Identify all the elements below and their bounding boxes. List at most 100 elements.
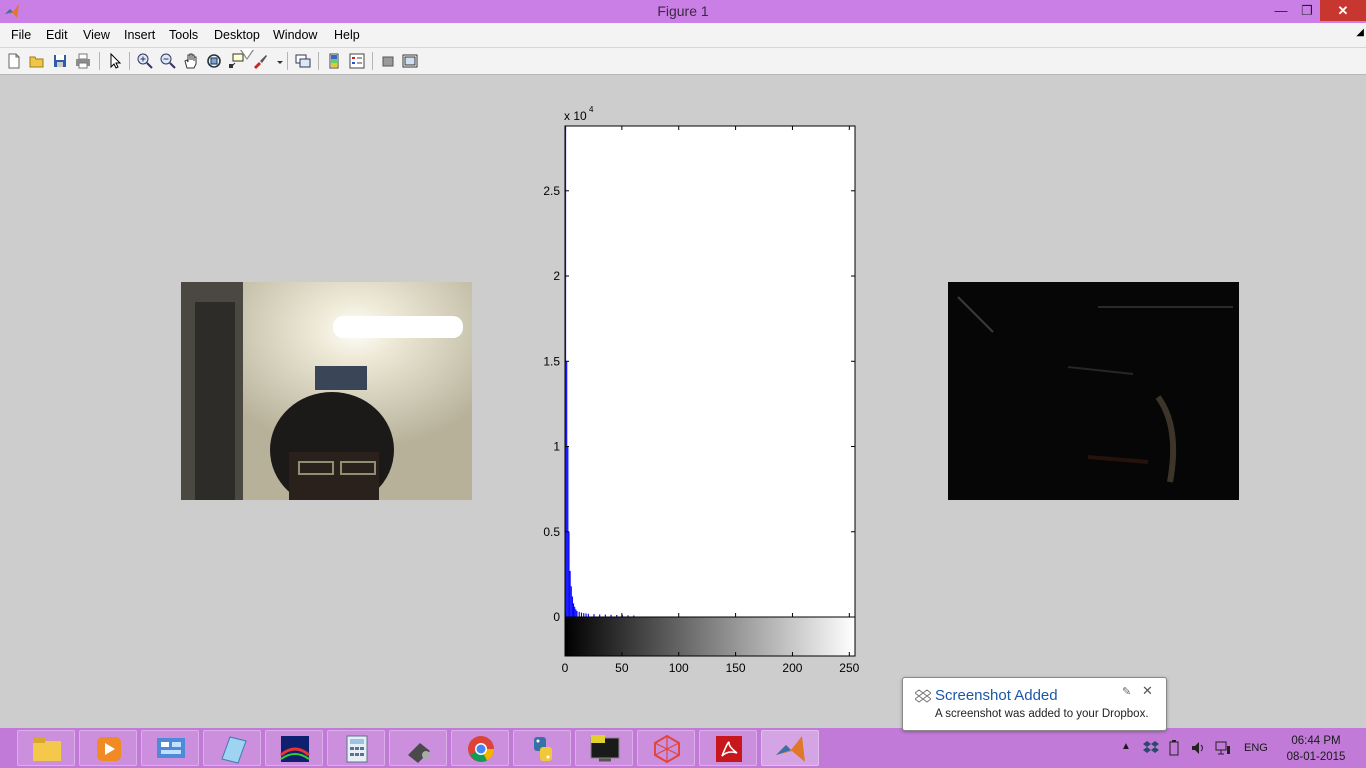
print-icon[interactable] bbox=[74, 52, 92, 70]
figure-toolbar bbox=[0, 48, 1366, 75]
taskbar-notepad[interactable] bbox=[203, 730, 261, 766]
y-multiplier-exponent: 4 bbox=[589, 105, 594, 114]
menu-expand-icon[interactable]: ◢ bbox=[1356, 27, 1364, 38]
taskbar-acrobat[interactable] bbox=[699, 730, 757, 766]
histogram-bar bbox=[570, 586, 572, 617]
notification-body: A screenshot was added to your Dropbox. bbox=[935, 708, 1149, 720]
clock-time: 06:44 PM bbox=[1291, 735, 1341, 747]
taskbar-control-panel[interactable] bbox=[141, 730, 199, 766]
taskbar-media-player[interactable] bbox=[79, 730, 137, 766]
histogram-bar bbox=[576, 611, 578, 617]
histogram-bar bbox=[572, 603, 575, 617]
network-app-icon bbox=[654, 734, 680, 764]
menu-help[interactable]: Help bbox=[334, 28, 360, 42]
taskbar-terminal[interactable] bbox=[575, 730, 633, 766]
dropbox-icon bbox=[914, 688, 932, 704]
x-tick-label: 50 bbox=[615, 661, 629, 675]
media-player-icon bbox=[97, 737, 121, 761]
taskbar-calculator[interactable] bbox=[327, 730, 385, 766]
histogram-plot[interactable]: 0 0.5 1 1.5 2 2.5 x 10 4 0 50 100 150 200 250 bbox=[530, 100, 870, 680]
taskbar-python[interactable] bbox=[513, 730, 571, 766]
dropbox-notification[interactable]: Screenshot Added A screenshot was added … bbox=[902, 677, 1167, 731]
y-tick-label: 1.5 bbox=[543, 354, 560, 368]
show-hidden-icons-icon[interactable]: ▲ bbox=[1121, 741, 1131, 752]
volume-icon[interactable] bbox=[1191, 740, 1205, 756]
histogram-bar bbox=[574, 606, 576, 617]
zoom-out-icon[interactable] bbox=[159, 52, 177, 70]
taskbar-chrome[interactable] bbox=[451, 730, 509, 766]
dropbox-icon[interactable] bbox=[1143, 739, 1159, 757]
histogram-bar bbox=[571, 596, 573, 617]
histogram-bar bbox=[578, 611, 580, 617]
language-indicator[interactable]: ENG bbox=[1244, 742, 1268, 754]
toolbar-separator bbox=[287, 52, 288, 70]
calculator-icon bbox=[346, 735, 368, 763]
menu-view[interactable]: View bbox=[83, 28, 110, 42]
insert-colorbar-icon[interactable] bbox=[325, 52, 343, 70]
network-icon[interactable] bbox=[1215, 740, 1231, 756]
show-plot-tools-icon[interactable] bbox=[401, 52, 419, 70]
toolbar-separator bbox=[129, 52, 130, 70]
menu-edit[interactable]: Edit bbox=[46, 28, 68, 42]
acrobat-icon bbox=[716, 736, 742, 762]
zoom-in-icon[interactable] bbox=[136, 52, 154, 70]
restore-button[interactable]: ❐ bbox=[1296, 0, 1318, 21]
open-file-icon[interactable] bbox=[28, 52, 46, 70]
menu-tools[interactable]: Tools bbox=[169, 28, 198, 42]
menu-desktop[interactable]: Desktop bbox=[214, 28, 260, 42]
matlab-icon bbox=[776, 736, 805, 762]
histogram-bar bbox=[575, 609, 577, 617]
pan-icon[interactable] bbox=[182, 52, 200, 70]
rotate-3d-icon[interactable] bbox=[205, 52, 223, 70]
taskbar-clock[interactable]: 06:44 PM 08-01-2015 bbox=[1278, 733, 1354, 765]
new-figure-icon[interactable] bbox=[5, 52, 23, 70]
histogram-bar bbox=[583, 613, 585, 617]
taskbar-matlab[interactable] bbox=[761, 730, 819, 766]
x-tick-label: 0 bbox=[562, 661, 569, 675]
taskbar-file-explorer[interactable] bbox=[17, 730, 75, 766]
taskbar-disk-tool[interactable] bbox=[389, 730, 447, 766]
axes-background bbox=[564, 125, 856, 618]
y-tick-label: 0 bbox=[553, 610, 560, 624]
close-button[interactable]: ✕ bbox=[1320, 0, 1366, 21]
histogram-bar bbox=[568, 531, 570, 617]
battery-icon[interactable] bbox=[1167, 740, 1181, 756]
visual-studio-icon bbox=[280, 736, 310, 762]
edit-plot-icon[interactable] bbox=[106, 52, 124, 70]
python-icon bbox=[534, 737, 552, 761]
notification-settings-icon[interactable]: ✎ bbox=[1122, 685, 1131, 698]
terminal-icon bbox=[590, 735, 620, 762]
link-plot-icon[interactable] bbox=[294, 52, 312, 70]
menu-bar: File Edit View Insert Tools Desktop Wind… bbox=[0, 23, 1366, 48]
brush-dropdown-icon[interactable] bbox=[271, 52, 283, 70]
menu-window[interactable]: Window bbox=[273, 28, 317, 42]
hide-plot-tools-icon[interactable] bbox=[379, 52, 397, 70]
minimize-button[interactable]: — bbox=[1270, 0, 1292, 21]
taskbar-visual-studio[interactable] bbox=[265, 730, 323, 766]
y-tick-label: 2.5 bbox=[543, 184, 560, 198]
histogram-bar bbox=[566, 361, 568, 617]
grayscale-colorbar bbox=[564, 616, 856, 657]
toolbar-separator bbox=[372, 52, 373, 70]
y-tick-label: 2 bbox=[553, 269, 560, 283]
menu-insert[interactable]: Insert bbox=[124, 28, 155, 42]
x-tick-label: 250 bbox=[839, 661, 859, 675]
notification-close-icon[interactable]: ✕ bbox=[1142, 683, 1153, 699]
webcam-photo bbox=[181, 282, 472, 500]
disk-tool-icon bbox=[408, 743, 430, 763]
control-panel-icon bbox=[157, 738, 185, 758]
notification-pointer-fill bbox=[241, 49, 253, 58]
notification-title: Screenshot Added bbox=[935, 687, 1058, 704]
histogram-bar bbox=[585, 613, 587, 617]
toolbar-separator bbox=[99, 52, 100, 70]
y-tick-label: 0.5 bbox=[543, 525, 560, 539]
histogram-bar bbox=[565, 126, 567, 617]
insert-legend-icon[interactable] bbox=[348, 52, 366, 70]
taskbar-network-app[interactable] bbox=[637, 730, 695, 766]
histogram-bar bbox=[580, 612, 583, 617]
clock-date: 08-01-2015 bbox=[1286, 751, 1346, 763]
save-icon[interactable] bbox=[51, 52, 69, 70]
y-multiplier-label: x 10 bbox=[564, 109, 587, 123]
menu-file[interactable]: File bbox=[11, 28, 31, 42]
x-tick-label: 100 bbox=[669, 661, 689, 675]
